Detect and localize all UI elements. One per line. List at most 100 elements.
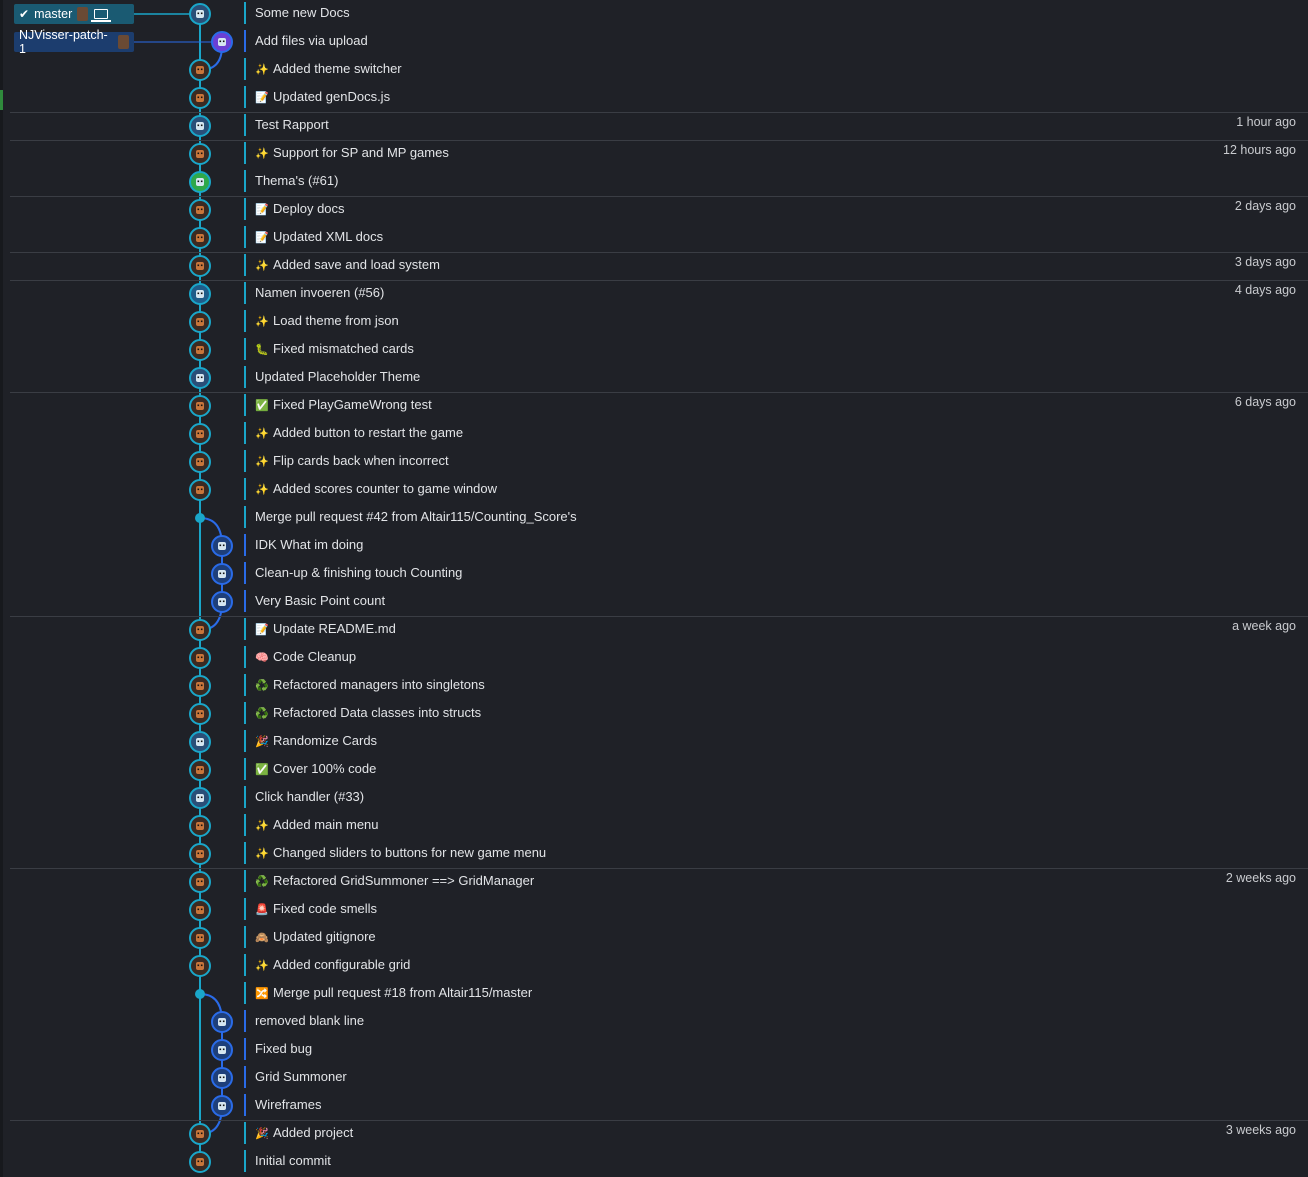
commit-message-text: Update README.md (273, 621, 396, 636)
commit-emoji-icon: ✨ (255, 148, 269, 160)
commit-emoji-icon: ✨ (255, 428, 269, 440)
commit-time: 6 days ago (1234, 395, 1296, 409)
commit-message: Grid Summoner (255, 1069, 347, 1084)
commit-time: 3 weeks ago (1225, 1123, 1296, 1137)
commit-row[interactable]: ♻️ Refactored GridSummoner ==> GridManage… (0, 868, 1308, 896)
commit-row[interactable]: Wireframes (0, 1092, 1308, 1120)
commit-message: ✨ Added main menu (255, 817, 379, 832)
commit-message: Add files via upload (255, 33, 368, 48)
lane-color-bar (244, 450, 246, 472)
commit-message-text: IDK What im doing (255, 537, 364, 552)
commit-row[interactable]: Click handler (#33) (0, 784, 1308, 812)
lane-color-bar (244, 282, 246, 304)
commit-emoji-icon: ✅ (255, 400, 269, 412)
commit-row[interactable]: Grid Summoner (0, 1064, 1308, 1092)
lane-color-bar (244, 170, 246, 192)
commit-message-text: Fixed bug (255, 1041, 313, 1056)
commit-emoji-icon: 🐛 (255, 344, 269, 356)
commit-row[interactable]: 🎉 Randomize Cards (0, 728, 1308, 756)
lane-color-bar (244, 366, 246, 388)
commit-row[interactable]: 🧠 Code Cleanup (0, 644, 1308, 672)
commit-row[interactable]: ♻️ Refactored managers into singletons (0, 672, 1308, 700)
commit-emoji-icon: 📝 (255, 232, 269, 244)
commit-row[interactable]: Clean-up & finishing touch Counting (0, 560, 1308, 588)
commit-emoji-icon: ✨ (255, 260, 269, 272)
commit-row[interactable]: 📝 Updated XML docs (0, 224, 1308, 252)
lane-color-bar (244, 954, 246, 976)
lane-color-bar (244, 58, 246, 80)
commit-row[interactable]: Updated Placeholder Theme (0, 364, 1308, 392)
commit-message-text: Added theme switcher (273, 61, 402, 76)
commit-message: Test Rapport (255, 117, 329, 132)
commit-row[interactable]: 🙈 Updated gitignore (0, 924, 1308, 952)
lane-color-bar (244, 842, 246, 864)
lane-color-bar (244, 506, 246, 528)
commit-row[interactable]: Merge pull request #42 from Altair115/Co… (0, 504, 1308, 532)
commit-row[interactable]: 🔀 Merge pull request #18 from Altair115/m… (0, 980, 1308, 1008)
commit-emoji-icon: ✨ (255, 64, 269, 76)
commit-row[interactable]: Namen invoeren (#56) 4 days ago (0, 280, 1308, 308)
commit-row[interactable]: ✨ Load theme from json (0, 308, 1308, 336)
commit-row[interactable]: 📝 Update README.md a week ago (0, 616, 1308, 644)
commit-message: 🎉 Added project (255, 1125, 353, 1140)
commit-emoji-icon: ♻️ (255, 680, 269, 692)
commit-row[interactable]: removed blank line (0, 1008, 1308, 1036)
commit-message: ✨ Added save and load system (255, 257, 440, 272)
commit-row[interactable]: Add files via upload (0, 28, 1308, 56)
branch-tag-patch[interactable]: NJVisser-patch-1 (14, 28, 134, 56)
commit-row[interactable]: ✨ Added theme switcher (0, 56, 1308, 84)
lane-color-bar (244, 730, 246, 752)
commit-message-text: Some new Docs (255, 5, 350, 20)
commit-row[interactable]: ✨ Support for SP and MP games 12 hours ago (0, 140, 1308, 168)
commit-message: 🚨 Fixed code smells (255, 901, 377, 916)
lane-color-bar (244, 1122, 246, 1144)
commit-row[interactable]: ✅ Cover 100% code (0, 756, 1308, 784)
commit-row[interactable]: ✨ Flip cards back when incorrect (0, 448, 1308, 476)
commit-message: 🎉 Randomize Cards (255, 733, 377, 748)
commit-message: Thema's (#61) (255, 173, 338, 188)
lane-color-bar (244, 114, 246, 136)
commit-row[interactable]: 🎉 Added project 3 weeks ago (0, 1120, 1308, 1148)
commit-row[interactable]: ♻️ Refactored Data classes into structs (0, 700, 1308, 728)
commit-row[interactable]: 📝 Deploy docs 2 days ago (0, 196, 1308, 224)
commit-row[interactable]: Some new Docs (0, 0, 1308, 28)
lane-color-bar (244, 1038, 246, 1060)
commit-message: 🐛 Fixed mismatched cards (255, 341, 414, 356)
commit-row[interactable]: ✨ Added scores counter to game window (0, 476, 1308, 504)
commit-row[interactable]: IDK What im doing (0, 532, 1308, 560)
commit-row[interactable]: 🚨 Fixed code smells (0, 896, 1308, 924)
commit-emoji-icon: 📝 (255, 204, 269, 216)
commit-emoji-icon: 🎉 (255, 1128, 269, 1140)
commit-message: Very Basic Point count (255, 593, 385, 608)
commit-emoji-icon: 🔀 (255, 988, 269, 1000)
commit-emoji-icon: ✨ (255, 820, 269, 832)
branch-tag-master[interactable]: ✔ master (14, 4, 134, 24)
commit-time: 2 days ago (1234, 199, 1296, 213)
commit-row[interactable]: 🐛 Fixed mismatched cards (0, 336, 1308, 364)
commit-message: 📝 Update README.md (255, 621, 396, 636)
commit-emoji-icon: ✨ (255, 316, 269, 328)
commit-message-text: Randomize Cards (273, 733, 378, 748)
lane-color-bar (244, 534, 246, 556)
lane-color-bar (244, 1010, 246, 1032)
commit-row[interactable]: Initial commit (0, 1148, 1308, 1176)
commit-row[interactable]: Test Rapport 1 hour ago (0, 112, 1308, 140)
commit-message-text: Merge pull request #42 from Altair115/Co… (255, 509, 577, 524)
commit-row[interactable]: ✨ Added button to restart the game (0, 420, 1308, 448)
commit-message-text: Added save and load system (273, 257, 440, 272)
commit-row[interactable]: ✨ Added main menu (0, 812, 1308, 840)
commit-emoji-icon: 🙈 (255, 932, 269, 944)
commit-row[interactable]: ✨ Changed sliders to buttons for new game… (0, 840, 1308, 868)
lane-color-bar (244, 338, 246, 360)
commit-row[interactable]: ✨ Added save and load system 3 days ago (0, 252, 1308, 280)
commit-row[interactable]: Thema's (#61) (0, 168, 1308, 196)
commit-row[interactable]: Fixed bug (0, 1036, 1308, 1064)
lane-color-bar (244, 30, 246, 52)
commit-row[interactable]: 📝 Updated genDocs.js (0, 84, 1308, 112)
commit-message: ♻️ Refactored GridSummoner ==> GridManage… (255, 873, 534, 888)
commit-message-text: Fixed code smells (273, 901, 378, 916)
commit-row[interactable]: ✨ Added configurable grid (0, 952, 1308, 980)
commit-row[interactable]: Very Basic Point count (0, 588, 1308, 616)
commit-emoji-icon: ✨ (255, 960, 269, 972)
commit-row[interactable]: ✅ Fixed PlayGameWrong test 6 days ago (0, 392, 1308, 420)
